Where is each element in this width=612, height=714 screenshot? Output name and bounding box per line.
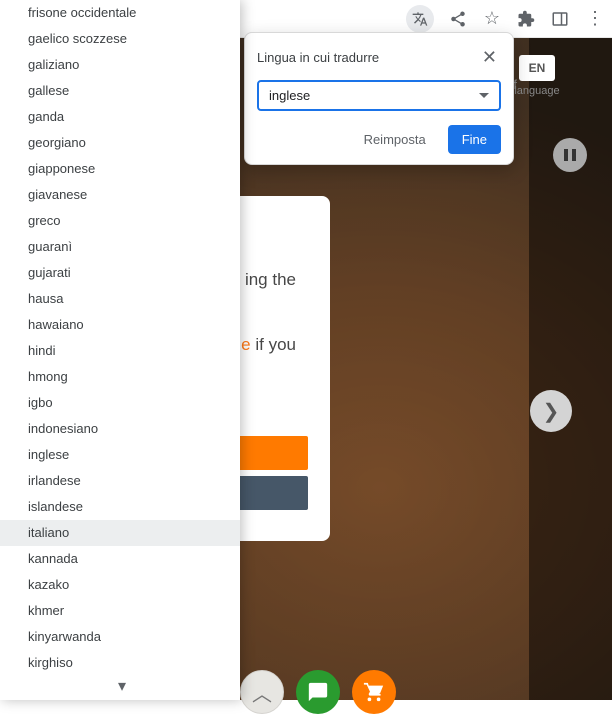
language-option[interactable]: hawaiano bbox=[0, 312, 240, 338]
translate-popup-title: Lingua in cui tradurre bbox=[257, 50, 379, 65]
reset-button[interactable]: Reimposta bbox=[350, 125, 440, 154]
language-option[interactable]: ganda bbox=[0, 104, 240, 130]
language-option[interactable]: kazako bbox=[0, 572, 240, 598]
scroll-top-button[interactable]: ︿ bbox=[240, 670, 284, 714]
language-option[interactable]: hmong bbox=[0, 364, 240, 390]
chevron-down-icon bbox=[479, 93, 489, 98]
floating-button-row: ︿ bbox=[240, 670, 396, 700]
more-indicator: ▾ bbox=[0, 676, 240, 696]
language-code: EN bbox=[519, 55, 556, 81]
extensions-icon[interactable] bbox=[516, 9, 536, 29]
language-option[interactable]: inglese bbox=[0, 442, 240, 468]
language-option[interactable]: gallese bbox=[0, 78, 240, 104]
language-option[interactable]: greco bbox=[0, 208, 240, 234]
language-option[interactable]: khmer bbox=[0, 598, 240, 624]
language-option[interactable]: gaelico scozzese bbox=[0, 26, 240, 52]
content-link[interactable]: e bbox=[241, 335, 250, 354]
translate-popup: Lingua in cui tradurre ✕ inglese Reimpos… bbox=[244, 32, 514, 165]
close-icon[interactable]: ✕ bbox=[478, 45, 501, 70]
language-option[interactable]: islandese bbox=[0, 494, 240, 520]
language-option[interactable]: irlandese bbox=[0, 468, 240, 494]
language-option[interactable]: italiano bbox=[0, 520, 240, 546]
chat-button[interactable] bbox=[296, 670, 340, 714]
language-dropdown[interactable]: frisone occidentalegaelico scozzesegaliz… bbox=[0, 0, 240, 700]
language-option[interactable]: indonesiano bbox=[0, 416, 240, 442]
language-option[interactable]: giavanese bbox=[0, 182, 240, 208]
language-option[interactable]: giapponese bbox=[0, 156, 240, 182]
language-option[interactable]: hindi bbox=[0, 338, 240, 364]
language-option[interactable]: kinyarwanda bbox=[0, 624, 240, 650]
done-button[interactable]: Fine bbox=[448, 125, 501, 154]
language-option[interactable]: guaranì bbox=[0, 234, 240, 260]
language-option[interactable]: georgiano bbox=[0, 130, 240, 156]
share-icon[interactable] bbox=[448, 9, 468, 29]
language-option[interactable]: kannada bbox=[0, 546, 240, 572]
language-label: language bbox=[507, 85, 567, 97]
target-language-select[interactable]: inglese bbox=[257, 80, 501, 111]
translate-icon[interactable] bbox=[406, 5, 434, 33]
language-option[interactable]: kirghiso bbox=[0, 650, 240, 676]
language-option[interactable]: hausa bbox=[0, 286, 240, 312]
menu-icon[interactable]: ⋮ bbox=[584, 9, 604, 29]
language-option[interactable]: igbo bbox=[0, 390, 240, 416]
language-option[interactable]: gujarati bbox=[0, 260, 240, 286]
dark-overlay bbox=[529, 0, 612, 700]
selected-language: inglese bbox=[269, 88, 310, 103]
language-switcher[interactable]: EN language bbox=[507, 55, 567, 97]
language-option[interactable]: frisone occidentale bbox=[0, 0, 240, 26]
pause-button[interactable] bbox=[553, 138, 587, 172]
side-panel-icon[interactable] bbox=[550, 9, 570, 29]
cart-button[interactable] bbox=[352, 670, 396, 714]
next-button[interactable]: ❯ bbox=[530, 390, 572, 432]
star-icon[interactable]: ☆ bbox=[482, 9, 502, 29]
language-option[interactable]: galiziano bbox=[0, 52, 240, 78]
